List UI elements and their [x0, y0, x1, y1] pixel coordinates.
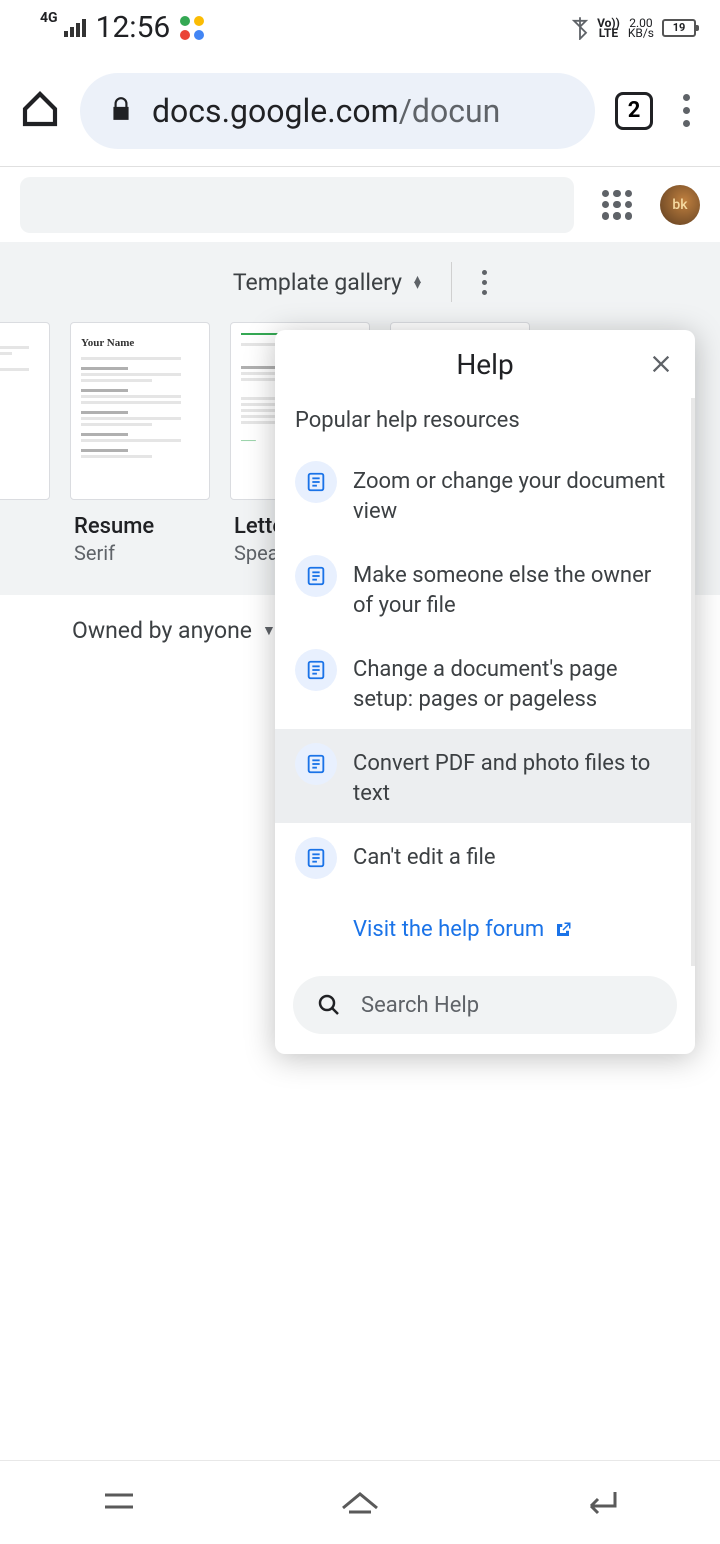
clock-time: 12:56 — [96, 10, 171, 45]
search-icon — [317, 993, 341, 1017]
article-icon — [295, 649, 337, 691]
template-label: Resume Serif — [70, 514, 210, 565]
help-item-text: Change a document's page setup: pages or… — [353, 649, 671, 715]
lock-icon — [108, 94, 134, 128]
divider — [451, 262, 452, 302]
docs-header: bk — [0, 167, 720, 242]
help-search[interactable]: Search Help — [293, 976, 677, 1034]
browser-menu[interactable] — [673, 94, 700, 127]
article-icon — [295, 555, 337, 597]
help-item-text: Can't edit a file — [353, 837, 496, 873]
template-card[interactable]: Your Name — [70, 322, 210, 500]
browser-bar: docs.google.com/docun 2 — [0, 55, 720, 167]
help-section-title: Popular help resources — [275, 398, 691, 447]
help-item-text: Convert PDF and photo files to text — [353, 743, 671, 809]
url-bar[interactable]: docs.google.com/docun — [80, 73, 595, 149]
back-button[interactable] — [581, 1486, 621, 1520]
article-icon — [295, 837, 337, 879]
help-dialog: Help Popular help resources Zoom or chan… — [275, 330, 695, 1054]
home-button[interactable] — [20, 89, 60, 133]
network-type: 4G — [40, 10, 58, 26]
help-forum-text: Visit the help forum — [353, 917, 544, 942]
help-header: Help — [275, 330, 695, 398]
external-link-icon — [554, 921, 572, 939]
help-item-text: Make someone else the owner of your file — [353, 555, 671, 621]
help-item[interactable]: Can't edit a file — [275, 823, 691, 893]
close-button[interactable] — [645, 348, 677, 380]
unfold-icon[interactable]: ▴▾ — [414, 276, 421, 288]
apps-launcher-icon[interactable] — [602, 190, 632, 220]
app-icon — [180, 16, 204, 40]
status-left: 4G 12:56 — [36, 10, 204, 45]
docs-search[interactable] — [20, 177, 574, 233]
recents-button[interactable] — [99, 1487, 139, 1519]
bluetooth-icon — [571, 16, 589, 40]
help-title: Help — [456, 348, 513, 381]
gallery-label[interactable]: Template gallery — [233, 269, 402, 296]
status-bar: 4G 12:56 Vo))LTE 2.00KB/s 19 — [0, 0, 720, 55]
help-forum-link[interactable]: Visit the help forum — [275, 893, 691, 966]
help-item[interactable]: Zoom or change your document view — [275, 447, 691, 541]
battery-icon: 19 — [662, 19, 696, 37]
gallery-header: Template gallery ▴▾ — [0, 242, 720, 322]
help-item-text: Zoom or change your document view — [353, 461, 671, 527]
volte-indicator: Vo))LTE — [597, 18, 620, 38]
help-item[interactable]: Convert PDF and photo files to text — [275, 729, 691, 823]
help-search-placeholder: Search Help — [361, 993, 479, 1018]
avatar[interactable]: bk — [660, 185, 700, 225]
status-right: Vo))LTE 2.00KB/s 19 — [571, 16, 696, 40]
url-text: docs.google.com/docun — [152, 92, 500, 130]
speed-indicator: 2.00KB/s — [628, 18, 654, 38]
caret-down-icon: ▼ — [262, 622, 276, 639]
gallery-more-menu[interactable] — [482, 270, 487, 295]
signal-icon — [64, 19, 86, 37]
help-item[interactable]: Make someone else the owner of your file — [275, 541, 691, 635]
owner-filter-label: Owned by anyone — [72, 617, 252, 644]
tab-switcher[interactable]: 2 — [615, 92, 653, 130]
home-nav-button[interactable] — [337, 1486, 383, 1520]
close-icon — [650, 353, 672, 375]
article-icon — [295, 461, 337, 503]
template-card[interactable] — [0, 322, 50, 500]
article-icon — [295, 743, 337, 785]
system-nav-bar — [0, 1460, 720, 1544]
help-item[interactable]: Change a document's page setup: pages or… — [275, 635, 691, 729]
